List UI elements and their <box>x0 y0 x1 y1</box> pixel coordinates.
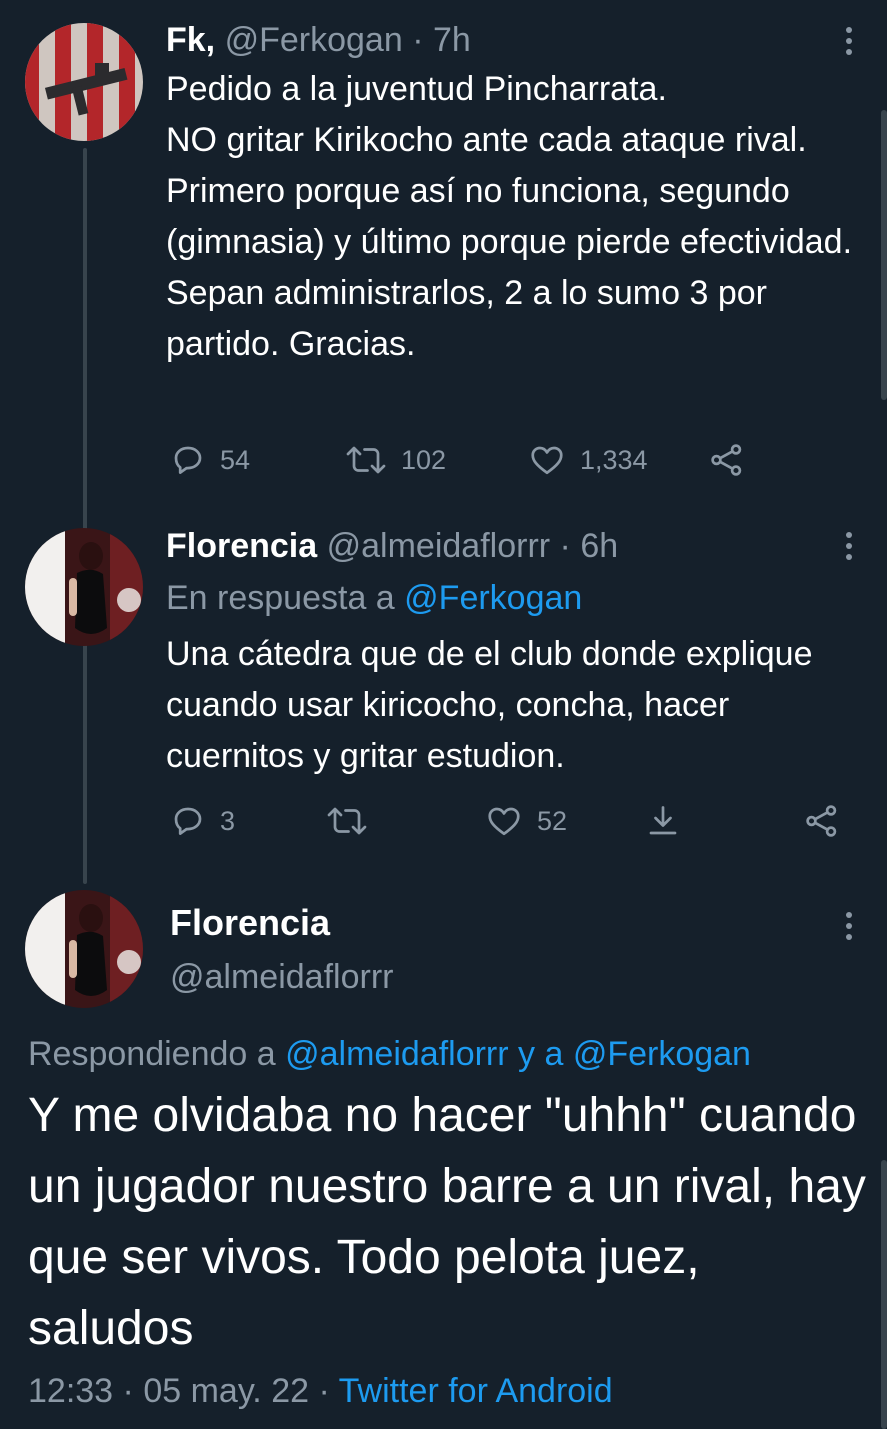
share-icon <box>806 805 837 837</box>
display-name[interactable]: Florencia <box>170 900 330 946</box>
share-button[interactable] <box>708 442 746 478</box>
retweet-icon <box>327 807 367 835</box>
avatar[interactable] <box>25 23 143 141</box>
reply-button[interactable]: 54 <box>170 442 250 478</box>
retweet-button[interactable]: 102 <box>345 442 446 478</box>
reply-icon <box>174 807 202 835</box>
like-icon <box>488 807 520 836</box>
tweet-header: Florencia @almeidaflorrr · 6h <box>166 524 618 568</box>
reply-context: En respuesta a @Ferkogan <box>166 576 582 620</box>
more-options-icon[interactable] <box>844 27 854 55</box>
reply-prefix: Respondiendo a <box>28 1035 276 1073</box>
reply-count: 3 <box>220 805 236 836</box>
handle[interactable]: @almeidaflorrr <box>327 527 550 565</box>
more-options-icon[interactable] <box>844 532 854 560</box>
source-link[interactable]: Twitter for Android <box>339 1372 613 1410</box>
tweet-date[interactable]: 05 may. 22 <box>143 1372 309 1410</box>
reply-prefix: En respuesta a <box>166 579 395 617</box>
scrollbar-top[interactable] <box>881 110 887 400</box>
avatar-image <box>25 528 143 646</box>
retweet-icon <box>346 446 386 474</box>
avatar-image <box>25 890 143 1008</box>
tweet-meta: 12:33 · 05 may. 22 · Twitter for Android <box>28 1368 613 1414</box>
separator: · <box>122 1372 134 1410</box>
like-button[interactable]: 52 <box>485 803 567 839</box>
retweet-count: 102 <box>401 444 447 475</box>
mention-links[interactable]: @almeidaflorrr y a @Ferkogan <box>285 1035 751 1073</box>
handle[interactable]: @Ferkogan <box>225 21 403 59</box>
reply-button[interactable]: 3 <box>170 803 235 839</box>
separator: · <box>318 1372 330 1410</box>
tweet-time[interactable]: 12:33 <box>28 1372 113 1410</box>
tweet-text: Y me olvidaba no hacer "uhhh" cuando un … <box>28 1089 880 1355</box>
like-count: 1,334 <box>580 444 648 475</box>
mention-link[interactable]: @Ferkogan <box>404 579 582 617</box>
avatar[interactable] <box>25 528 143 646</box>
avatar[interactable] <box>25 890 143 1008</box>
share-button[interactable] <box>803 803 841 839</box>
avatar-image <box>25 23 143 141</box>
reply-icon <box>174 446 202 474</box>
download-button[interactable] <box>645 803 681 839</box>
scrollbar-bottom[interactable] <box>881 1160 887 1429</box>
reply-context: Respondiendo a @almeidaflorrr y a @Ferko… <box>28 1032 751 1076</box>
display-name[interactable]: Florencia <box>166 527 317 565</box>
tweet-text: Una cátedra que de el club donde expliqu… <box>166 635 822 775</box>
timestamp[interactable]: · 7h <box>412 21 471 59</box>
like-button[interactable]: 1,334 <box>528 442 648 478</box>
like-count: 52 <box>537 805 568 836</box>
share-icon <box>711 444 742 476</box>
like-icon <box>531 446 563 475</box>
download-icon <box>649 806 677 835</box>
handle[interactable]: @almeidaflorrr <box>170 954 393 1000</box>
display-name[interactable]: Fk, <box>166 21 215 59</box>
reply-count: 54 <box>220 444 251 475</box>
more-options-icon[interactable] <box>844 912 854 940</box>
thread-line <box>83 148 87 884</box>
tweet-text: Pedido a la juventud Pincharrata. NO gri… <box>166 70 853 363</box>
retweet-button[interactable] <box>326 803 382 839</box>
tweet-header: Fk, @Ferkogan · 7h <box>166 18 471 62</box>
timestamp[interactable]: · 6h <box>560 527 619 565</box>
